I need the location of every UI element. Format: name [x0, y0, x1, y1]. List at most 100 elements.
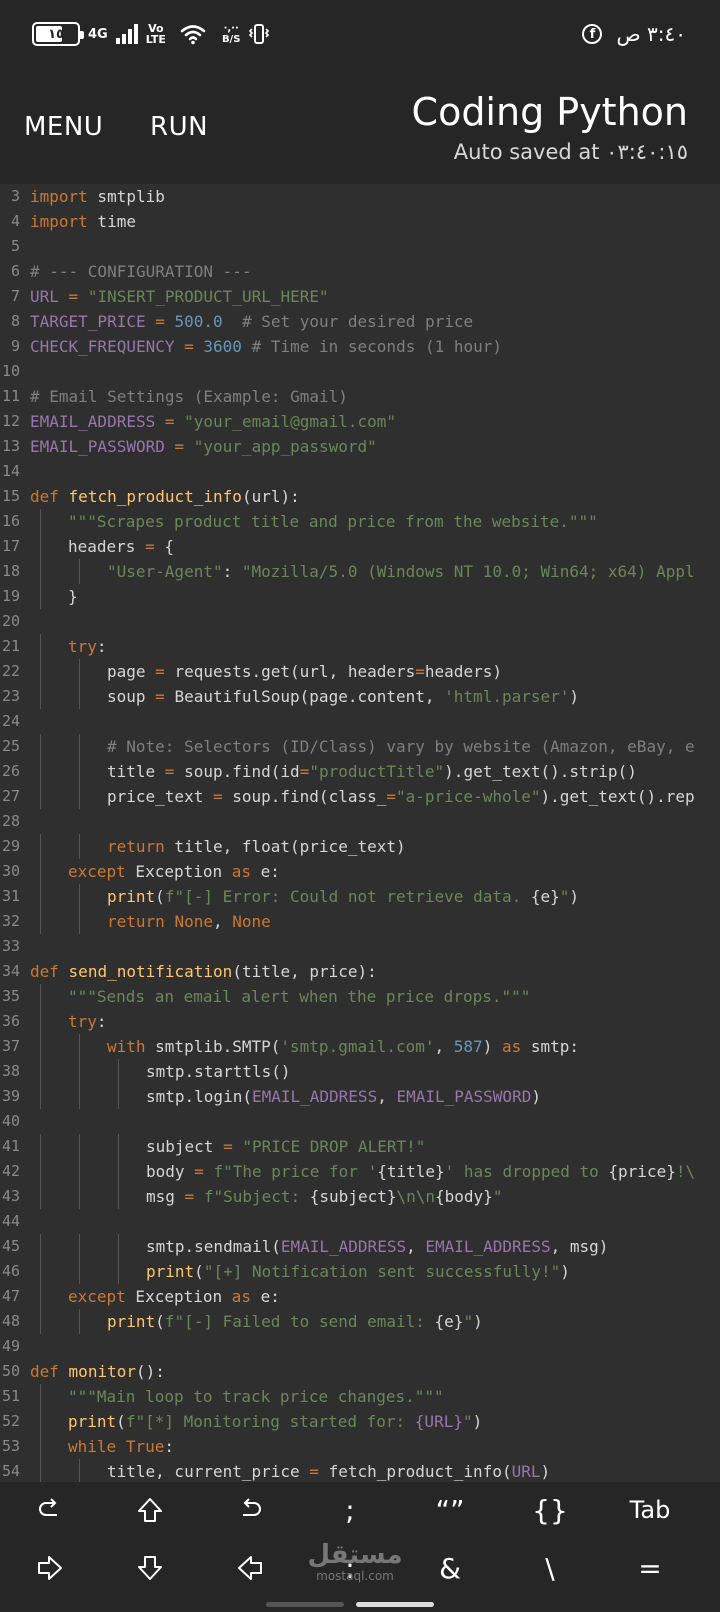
code-line[interactable]: 46 print("[+] Notification sent successfu… — [0, 1259, 720, 1284]
code-line[interactable]: 32 return None, None — [0, 909, 720, 934]
code-line[interactable]: 36 try: — [0, 1009, 720, 1034]
code-line[interactable]: 24 — [0, 709, 720, 734]
code-line[interactable]: 44 — [0, 1209, 720, 1234]
code-line[interactable]: 29 return title, float(price_text) — [0, 834, 720, 859]
indent-guide — [40, 984, 41, 1009]
tab-key[interactable]: Tab — [600, 1482, 700, 1538]
code-token: body — [146, 1162, 185, 1181]
line-number: 24 — [1, 712, 20, 730]
code-line[interactable]: 54 title, current_price = fetch_product_i… — [0, 1459, 720, 1482]
code-line[interactable]: 45 smtp.sendmail(EMAIL_ADDRESS, EMAIL_ADD… — [0, 1234, 720, 1259]
code-line[interactable]: 52 print(f"[*] Monitoring started for: {U… — [0, 1409, 720, 1434]
line-number: 10 — [1, 362, 20, 380]
colon-key[interactable]: : — [300, 1540, 400, 1596]
menu-button[interactable]: MENU — [24, 112, 103, 142]
arrow-right-key[interactable] — [0, 1540, 100, 1596]
code-line[interactable]: 47 except Exception as e: — [0, 1284, 720, 1309]
code-line[interactable]: 38 smtp.starttls() — [0, 1059, 720, 1084]
code-line[interactable]: 10 — [0, 359, 720, 384]
key-label: ; — [345, 1493, 355, 1527]
code-line[interactable]: 50 def monitor(): — [0, 1359, 720, 1384]
code-line[interactable]: 12 EMAIL_ADDRESS = "your_email@gmail.com" — [0, 409, 720, 434]
code-line[interactable]: 18 "User-Agent": "Mozilla/5.0 (Windows NT… — [0, 559, 720, 584]
code-line[interactable]: 16 """Scrapes product title and price fro… — [0, 509, 720, 534]
equals-key[interactable]: = — [600, 1540, 700, 1596]
key-label: “” — [435, 1493, 465, 1527]
code-text: except Exception as e: — [68, 1284, 280, 1309]
code-line[interactable]: 26 title = soup.find(id="productTitle").g… — [0, 759, 720, 784]
undo-key[interactable] — [200, 1482, 300, 1538]
code-line[interactable]: 51 """Main loop to track price changes.""… — [0, 1384, 720, 1409]
code-token: : — [222, 562, 242, 581]
code-line[interactable]: 3 import smtplib — [0, 184, 720, 209]
arrow-down-key[interactable] — [100, 1540, 200, 1596]
backslash-key[interactable]: \ — [500, 1540, 600, 1596]
shift-up-key[interactable] — [100, 1482, 200, 1538]
line-number: 9 — [10, 337, 20, 355]
indent-guide — [118, 1084, 119, 1109]
code-line[interactable]: 37 with smtplib.SMTP('smtp.gmail.com', 58… — [0, 1034, 720, 1059]
code-line[interactable]: 8 TARGET_PRICE = 500.0 # Set your desired… — [0, 309, 720, 334]
code-line[interactable]: 15 def fetch_product_info(url): — [0, 484, 720, 509]
code-editor[interactable]: 3 import smtplib 4 import time 5 6 # --- CONFI… — [0, 184, 720, 1482]
ampersand-key[interactable]: & — [400, 1540, 500, 1596]
code-line[interactable]: 13 EMAIL_PASSWORD = "your_app_password" — [0, 434, 720, 459]
code-line[interactable]: 30 except Exception as e: — [0, 859, 720, 884]
code-token: ) — [473, 1312, 483, 1331]
indent-guide — [40, 859, 41, 884]
code-line[interactable]: 27 price_text = soup.find(class_="a-price… — [0, 784, 720, 809]
code-line[interactable]: 7 URL = "INSERT_PRODUCT_URL_HERE" — [0, 284, 720, 309]
code-line[interactable]: 19} — [0, 584, 720, 609]
code-line[interactable]: 40 — [0, 1109, 720, 1134]
code-token: : — [164, 1437, 174, 1456]
code-line[interactable]: 35 """Sends an email alert when the price… — [0, 984, 720, 1009]
code-line[interactable]: 53 while True: — [0, 1434, 720, 1459]
code-line[interactable]: 5 — [0, 234, 720, 259]
code-line[interactable]: 42 body = f"The price for '{title}' has d… — [0, 1159, 720, 1184]
code-line[interactable]: 31 print(f"[-] Error: Could not retrieve … — [0, 884, 720, 909]
code-line[interactable]: 6 # --- CONFIGURATION --- — [0, 259, 720, 284]
code-line[interactable]: 4 import time — [0, 209, 720, 234]
code-line[interactable]: 22 page = requests.get(url, headers=heade… — [0, 659, 720, 684]
indent-guide — [40, 1184, 41, 1209]
line-number: 26 — [1, 762, 20, 780]
code-line[interactable]: 28 — [0, 809, 720, 834]
semicolon-key[interactable]: ; — [300, 1482, 400, 1538]
code-token: URL — [511, 1462, 541, 1481]
indent-guide — [118, 1059, 119, 1084]
code-line[interactable]: 41 subject = "PRICE DROP ALERT!" — [0, 1134, 720, 1159]
nav-handle[interactable] — [356, 1602, 434, 1607]
code-line[interactable]: 25 # Note: Selectors (ID/Class) vary by w… — [0, 734, 720, 759]
indent-guide — [40, 784, 41, 809]
code-token: } — [68, 587, 78, 606]
code-token: headers) — [424, 662, 502, 681]
line-number: 50 — [1, 1362, 20, 1380]
code-text: smtp.starttls() — [146, 1059, 291, 1084]
code-token: print — [68, 1412, 117, 1431]
network-type: 4G — [88, 26, 108, 42]
arrow-left-key[interactable] — [200, 1540, 300, 1596]
code-line[interactable]: 34 def send_notification(title, price): — [0, 959, 720, 984]
code-line[interactable]: 23 soup = BeautifulSoup(page.content, 'ht… — [0, 684, 720, 709]
run-button[interactable]: RUN — [150, 112, 208, 142]
code-line[interactable]: 43 msg = f"Subject: {subject}\n\n{body}" — [0, 1184, 720, 1209]
code-token: ) — [569, 887, 580, 906]
code-line[interactable]: 49 — [0, 1334, 720, 1359]
code-line[interactable]: 14 — [0, 459, 720, 484]
braces-key[interactable]: {} — [500, 1482, 600, 1538]
code-token: " — [492, 1187, 503, 1206]
code-line[interactable]: 39 smtp.login(EMAIL_ADDRESS, EMAIL_PASSWO… — [0, 1084, 720, 1109]
code-line[interactable]: 21 try: — [0, 634, 720, 659]
indent-guide — [79, 884, 80, 909]
code-line[interactable]: 11 # Email Settings (Example: Gmail) — [0, 384, 720, 409]
code-line[interactable]: 9 CHECK_FREQUENCY = 3600 # Time in second… — [0, 334, 720, 359]
clock: ٣:٤٠ ص — [616, 22, 686, 46]
code-text: msg = f"Subject: {subject}\n\n{body}" — [146, 1184, 502, 1209]
code-line[interactable]: 17 headers = { — [0, 534, 720, 559]
code-line[interactable]: 33 — [0, 934, 720, 959]
quotes-key[interactable]: “” — [400, 1482, 500, 1538]
code-line[interactable]: 48 print(f"[-] Failed to send email: {e}"… — [0, 1309, 720, 1334]
redo-key[interactable] — [0, 1482, 100, 1538]
code-line[interactable]: 20 — [0, 609, 720, 634]
